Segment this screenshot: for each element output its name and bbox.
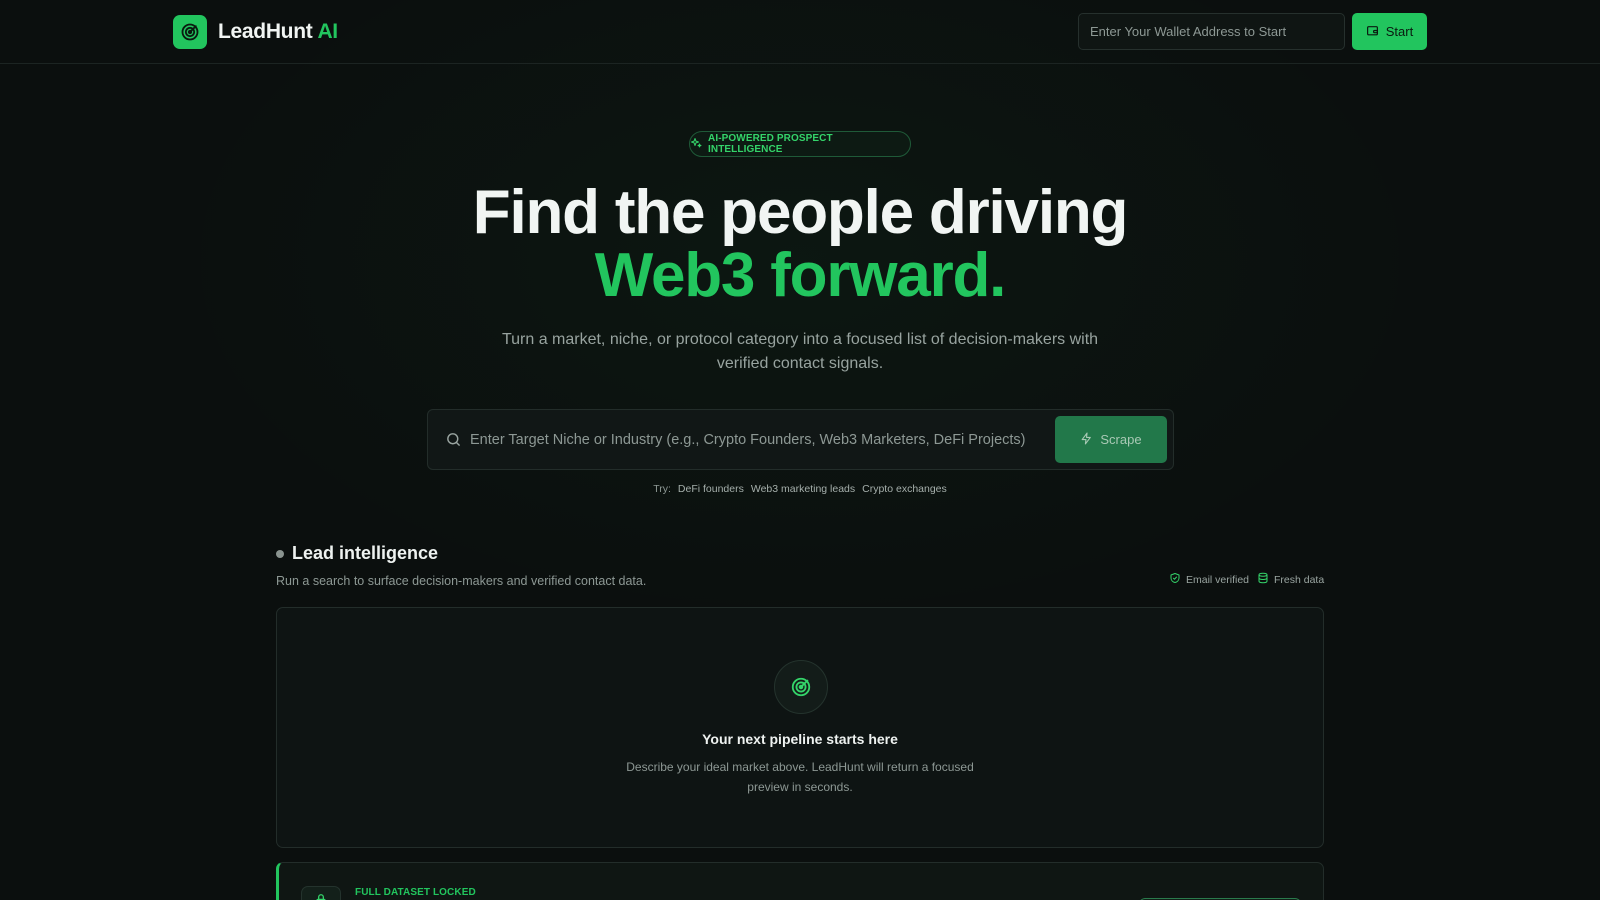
search-icon [445,431,462,453]
section-title: Lead intelligence [276,543,438,564]
page: LeadHuntAI Start AI-POWERED PROSPECT INT… [0,0,1600,900]
lightning-icon [1080,432,1093,448]
section-subtitle: Run a search to surface decision-makers … [276,574,647,588]
suggestion-chip[interactable]: DeFi founders [678,483,744,495]
try-label: Try: [653,483,671,495]
empty-state-description: Describe your ideal market above. LeadHu… [626,760,974,794]
leads-empty-state-panel: Your next pipeline starts here Describe … [276,607,1324,848]
lock-icon [301,886,341,900]
search-suggestions: Try: DeFi founders Web3 marketing leads … [0,483,1600,495]
target-icon [173,15,207,49]
section-title-label: Lead intelligence [292,543,439,563]
niche-search-input[interactable] [470,422,1070,458]
sparkles-icon [690,137,702,152]
niche-search-bar: Scrape [427,409,1174,470]
start-button-label: Start [1385,24,1414,39]
email-verified-label: Email verified [1186,573,1250,586]
hero-headline-line1: Find the people driving [472,178,1129,247]
scrape-button-label: Scrape [1100,432,1142,447]
suggestion-chip[interactable]: Crypto exchanges [862,483,947,495]
empty-state-title: Your next pipeline starts here [702,731,898,747]
locked-dataset-label: FULL DATASET LOCKED [355,887,476,898]
brand-name-main: LeadHunt [218,20,313,43]
locked-dataset-card: FULL DATASET LOCKED [276,862,1324,900]
hero-badge-label: AI-POWERED PROSPECT INTELLIGENCE [708,133,833,155]
scrape-button[interactable]: Scrape [1055,416,1167,463]
brand-name: LeadHunt AI [218,20,338,44]
database-icon [1257,572,1269,587]
brand-name-suffix: AI [317,20,338,43]
brand-logo[interactable]: LeadHunt AI [173,15,338,49]
wallet-address-input[interactable] [1078,13,1345,50]
top-navbar: LeadHuntAI Start [0,0,1600,64]
start-button[interactable]: Start [1352,13,1427,50]
wallet-icon [1366,24,1379,40]
target-icon [774,660,828,714]
status-dot-icon [276,549,284,558]
email-verified-badge: Email verified [1169,572,1249,587]
shield-check-icon [1169,572,1181,587]
hero-badge: AI-POWERED PROSPECT INTELLIGENCE [689,131,911,157]
fresh-data-badge: Fresh data [1257,572,1324,587]
suggestion-chip[interactable]: Web3 marketing leads [751,483,855,495]
fresh-data-label: Fresh data [1274,573,1325,586]
hero-headline-line2: Web3 forward. [594,241,1007,310]
hero-subtext: Turn a market, niche, or protocol catego… [501,331,1099,372]
